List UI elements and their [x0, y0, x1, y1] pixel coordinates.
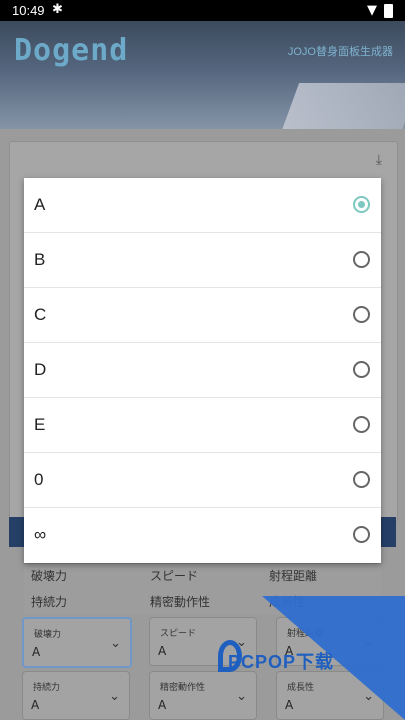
app-header: Dogend JOJO替身面板生成器 — [0, 21, 405, 129]
grade-picker-dialog: A B C D E 0 ∞ — [24, 178, 381, 563]
option-label: C — [34, 305, 47, 324]
app-subtitle: JOJO替身面板生成器 — [287, 46, 393, 58]
radio-icon[interactable] — [353, 526, 370, 543]
select-value: A — [31, 698, 40, 712]
select-label: スピード — [160, 629, 197, 639]
option-e[interactable]: E — [24, 398, 381, 453]
table-header: 破壊力 — [31, 569, 68, 583]
durability-select[interactable]: 持続力 A ⌄ — [22, 671, 130, 720]
android-debug-icon: ✱ — [52, 2, 63, 17]
precision-select[interactable]: 精密動作性 A ⌄ — [149, 671, 257, 720]
power-select[interactable]: 破壊力 A ⌄ — [22, 617, 132, 668]
table-header: スピード — [150, 569, 199, 583]
select-value: A — [158, 644, 167, 658]
radio-icon[interactable] — [353, 306, 370, 323]
select-label: 精密動作性 — [160, 683, 206, 693]
wifi-icon: ▼ — [367, 3, 377, 18]
status-bar: 10:49 ✱ ▼ — [0, 0, 405, 21]
chevron-down-icon: ⌄ — [110, 636, 121, 651]
table-header: 精密動作性 — [150, 595, 211, 609]
chevron-down-icon: ⌄ — [109, 689, 120, 704]
option-b[interactable]: B — [24, 233, 381, 288]
option-infinity[interactable]: ∞ — [24, 508, 381, 563]
radio-icon[interactable] — [353, 361, 370, 378]
option-label: 0 — [34, 470, 44, 489]
table-header: 持続力 — [31, 595, 68, 609]
option-label: B — [34, 250, 46, 269]
watermark-text: PCPOP下载 — [228, 652, 335, 672]
option-zero[interactable]: 0 — [24, 453, 381, 508]
battery-icon — [384, 4, 393, 18]
app-logo: Dogend — [14, 33, 129, 68]
status-time: 10:49 — [12, 3, 45, 18]
option-c[interactable]: C — [24, 288, 381, 343]
option-d[interactable]: D — [24, 343, 381, 398]
select-label: 持続力 — [33, 683, 61, 693]
download-icon[interactable]: ⤓ — [376, 152, 382, 168]
option-label: E — [34, 415, 46, 434]
select-value: A — [32, 645, 41, 659]
option-a[interactable]: A — [24, 178, 381, 233]
radio-selected-icon[interactable] — [353, 196, 370, 213]
option-label: ∞ — [34, 525, 47, 544]
radio-icon[interactable] — [353, 416, 370, 433]
header-image — [280, 83, 405, 129]
option-label: A — [34, 195, 46, 214]
select-value: A — [158, 698, 167, 712]
chevron-down-icon: ⌄ — [236, 689, 247, 704]
select-label: 破壊力 — [34, 630, 62, 640]
radio-icon[interactable] — [353, 471, 370, 488]
table-header: 射程距離 — [269, 569, 318, 583]
radio-icon[interactable] — [353, 251, 370, 268]
option-label: D — [34, 360, 47, 379]
